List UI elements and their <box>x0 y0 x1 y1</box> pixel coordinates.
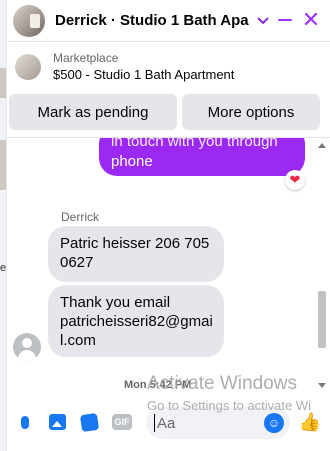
chat-window: Derrick · Studio 1 Bath Apa… ✕ Marketpla… <box>6 0 330 451</box>
sender-name: Derrick <box>61 210 99 224</box>
activate-windows-watermark: Activate Windows <box>147 373 297 394</box>
incoming-message-line: l.com <box>60 332 96 349</box>
outgoing-message[interactable]: in touch with you through phone <box>99 138 305 176</box>
text-cursor <box>154 414 155 432</box>
chat-title[interactable]: Derrick · Studio 1 Bath Apa… <box>55 12 250 29</box>
gif-icon[interactable]: GIF <box>111 412 133 432</box>
marketplace-listing[interactable]: Marketplace $500 - Studio 1 Bath Apartme… <box>7 43 330 91</box>
emoji-icon[interactable]: ☺ <box>264 413 284 433</box>
incoming-message-line: patricheisseri82@gmai <box>60 313 213 330</box>
listing-kicker: Marketplace <box>53 51 119 65</box>
listing-thumbnail <box>15 54 41 80</box>
message-placeholder: Aa <box>157 414 176 432</box>
like-icon[interactable]: 👍 <box>299 412 321 432</box>
heart-reaction-icon[interactable]: ❤ <box>285 170 305 190</box>
sender-avatar[interactable] <box>13 333 41 361</box>
outgoing-message-line: in touch with you through <box>111 138 278 150</box>
message-scrollbar[interactable] <box>317 143 327 388</box>
close-icon[interactable]: ✕ <box>299 7 323 32</box>
listing-actions: Mark as pending More options <box>7 94 330 132</box>
sticker-icon[interactable] <box>79 412 99 432</box>
outgoing-message-line: phone <box>111 153 153 170</box>
chevron-down-icon[interactable] <box>256 14 270 28</box>
scroll-down-icon[interactable] <box>318 383 326 388</box>
chat-header: Derrick · Studio 1 Bath Apa… ✕ <box>7 0 330 42</box>
activate-windows-hint: Go to Settings to activate Wi <box>147 398 312 413</box>
message-list: in touch with you through phone ❤ Derric… <box>7 138 330 388</box>
incoming-message[interactable]: Patric heisser 206 705 0627 <box>48 226 224 282</box>
listing-name: $500 - Studio 1 Bath Apartment <box>53 67 235 82</box>
incoming-message[interactable]: Thank you email patricheisseri82@gmai l.… <box>48 285 224 357</box>
listing-avatar[interactable] <box>13 4 45 37</box>
incoming-message-line: Thank you email <box>60 294 171 311</box>
minimize-icon[interactable] <box>273 8 297 32</box>
mark-as-pending-button[interactable]: Mark as pending <box>9 94 177 130</box>
scrollbar-thumb[interactable] <box>318 291 326 348</box>
scroll-up-icon[interactable] <box>318 143 326 148</box>
photo-icon[interactable] <box>47 412 67 432</box>
microphone-icon[interactable] <box>15 412 35 432</box>
more-options-button[interactable]: More options <box>182 94 320 130</box>
